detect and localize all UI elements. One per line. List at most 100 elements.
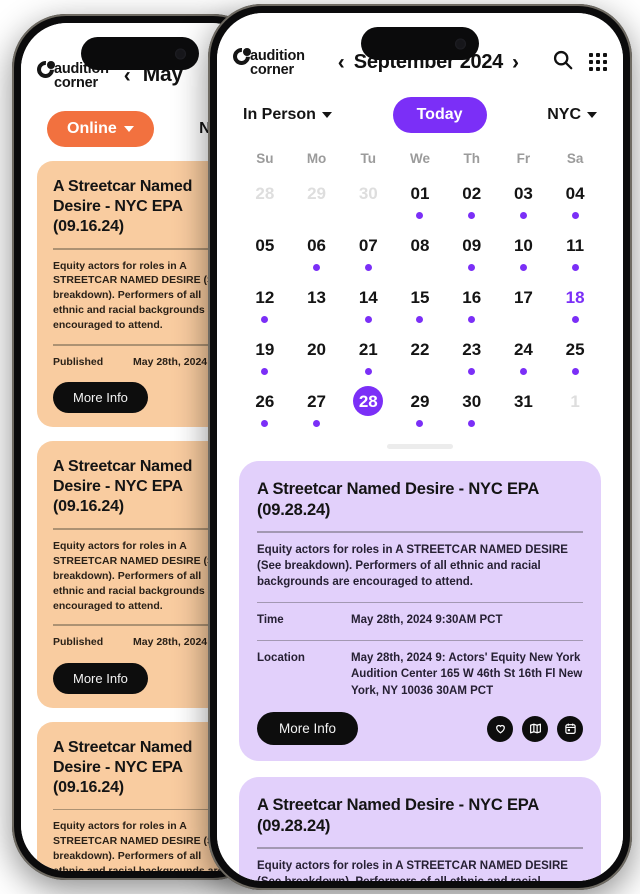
calendar-day-number: 08: [410, 235, 430, 255]
calendar-scroll-handle[interactable]: [387, 444, 453, 449]
calendar-day-cell[interactable]: 03: [498, 178, 550, 230]
audition-card[interactable]: A Streetcar Named Desire - NYC EPA (09.2…: [239, 461, 601, 762]
chevron-down-icon: [587, 112, 597, 118]
calendar-day-cell[interactable]: 29: [291, 178, 343, 230]
mode-filter-dropdown[interactable]: In Person: [243, 106, 332, 124]
front-card-list: A Streetcar Named Desire - NYC EPA (09.2…: [217, 461, 623, 881]
apps-grid-icon[interactable]: [589, 53, 607, 71]
card-description: Equity actors for roles in A STREETCAR N…: [53, 539, 226, 612]
calendar-day-cell[interactable]: 28: [342, 386, 394, 438]
front-filter-row: In Person Today NYC: [217, 87, 623, 147]
calendar-week-row: 28 29 30 01 02 03 04: [239, 178, 601, 230]
calendar-day-cell[interactable]: 19: [239, 334, 291, 386]
calendar-event-dot: [468, 264, 476, 271]
more-info-button[interactable]: More Info: [53, 662, 148, 694]
more-info-button[interactable]: More Info: [257, 712, 359, 746]
calendar-day-cell[interactable]: 09: [446, 230, 498, 282]
online-filter-button[interactable]: Online: [47, 111, 154, 147]
published-label: Published: [53, 635, 104, 648]
calendar-day-number: 29: [307, 183, 327, 203]
calendar-day-cell[interactable]: 08: [394, 230, 446, 282]
calendar-day-cell[interactable]: 20: [291, 334, 343, 386]
calendar-day-cell[interactable]: 17: [498, 282, 550, 334]
search-icon[interactable]: [552, 49, 573, 75]
calendar-day-number: 23: [462, 339, 482, 359]
prev-month-icon[interactable]: ‹: [338, 52, 345, 73]
divider: [53, 808, 226, 811]
front-logo[interactable]: audition corner: [229, 43, 305, 78]
calendar-event-dot: [261, 316, 269, 323]
calendar-day-cell[interactable]: 15: [394, 282, 446, 334]
calendar-day-cell[interactable]: 06: [291, 230, 343, 282]
calendar-day-cell[interactable]: 1: [549, 386, 601, 438]
calendar-day-cell[interactable]: 11: [549, 230, 601, 282]
calendar-day-cell[interactable]: 21: [342, 334, 394, 386]
next-month-icon[interactable]: ›: [512, 52, 519, 73]
calendar-day-cell[interactable]: 18: [549, 282, 601, 334]
mode-filter-label: In Person: [243, 106, 316, 123]
calendar-day-cell[interactable]: 12: [239, 282, 291, 334]
calendar-day-cell[interactable]: 05: [239, 230, 291, 282]
calendar-day-number: 22: [410, 339, 430, 359]
calendar-day-cell[interactable]: 13: [291, 282, 343, 334]
more-info-button[interactable]: More Info: [53, 382, 148, 414]
audition-card[interactable]: A Streetcar Named Desire - NYC EPA (09.2…: [239, 777, 601, 881]
calendar-day-number: 30: [462, 391, 482, 411]
calendar-day-cell[interactable]: 29: [394, 386, 446, 438]
location-filter-label: NYC: [547, 106, 581, 123]
card-time-row: Time May 28th, 2024 9:30AM PCT: [257, 612, 583, 628]
card-title-line2: (09.16.24): [53, 778, 124, 796]
calendar-day-cell[interactable]: 04: [549, 178, 601, 230]
calendar-day-cell[interactable]: 23: [446, 334, 498, 386]
divider: [53, 624, 226, 626]
weekday-label: Sa: [566, 151, 584, 166]
front-logo-line2: corner: [250, 62, 294, 78]
calendar-day-number: 18: [565, 287, 585, 307]
time-value: May 28th, 2024 9:30AM PCT: [351, 614, 503, 627]
calendar-day-cell[interactable]: 10: [498, 230, 550, 282]
calendar-day-cell[interactable]: 14: [342, 282, 394, 334]
today-button[interactable]: Today: [392, 97, 487, 133]
calendar-icon[interactable]: [557, 715, 583, 742]
back-phone-notch: [80, 37, 199, 70]
calendar-day-cell[interactable]: 26: [239, 386, 291, 438]
calendar-day-cell[interactable]: 02: [446, 178, 498, 230]
card-title-line2: (09.16.24): [53, 218, 124, 235]
favorite-icon[interactable]: [487, 715, 513, 742]
calendar-day-number: 21: [358, 339, 378, 359]
calendar-day-number: 17: [513, 287, 533, 307]
calendar-day-cell[interactable]: 30: [446, 386, 498, 438]
calendar-event-dot: [416, 420, 424, 427]
divider: [53, 528, 226, 530]
calendar-day-cell[interactable]: 28: [239, 178, 291, 230]
front-top-icons: [552, 49, 607, 75]
divider: [257, 847, 583, 849]
card-footer: More Info: [257, 712, 583, 746]
location-filter-dropdown[interactable]: NYC: [547, 106, 597, 124]
map-icon[interactable]: [522, 715, 548, 742]
calendar-day-cell[interactable]: 24: [498, 334, 550, 386]
chevron-down-icon: [123, 126, 134, 132]
calendar-day-cell[interactable]: 16: [446, 282, 498, 334]
calendar-day-cell[interactable]: 25: [549, 334, 601, 386]
time-label: Time: [257, 614, 284, 627]
card-footer: More Info: [53, 662, 226, 694]
weekday-label: Su: [256, 151, 274, 166]
calendar-day-cell[interactable]: 27: [291, 386, 343, 438]
calendar-day-cell[interactable]: 30: [342, 178, 394, 230]
back-logo-line2: corner: [54, 75, 98, 91]
calendar-day-cell[interactable]: 31: [498, 386, 550, 438]
calendar-event-dot: [261, 368, 269, 375]
calendar-day-number: 11: [566, 235, 585, 255]
calendar-week-row: 19 20 21 22 23 24 25: [239, 334, 601, 386]
calendar-day-number: 03: [513, 183, 533, 203]
calendar-day-cell[interactable]: 07: [342, 230, 394, 282]
calendar-day-cell[interactable]: 01: [394, 178, 446, 230]
card-title: A Streetcar Named Desire - NYC EPA (09.1…: [53, 738, 226, 798]
calendar-day-number: 28: [255, 183, 275, 203]
card-description: Equity actors for roles in A STREETCAR N…: [53, 820, 226, 871]
calendar-event-dot: [416, 212, 424, 219]
calendar-event-dot: [519, 368, 527, 375]
calendar-day-cell[interactable]: 22: [394, 334, 446, 386]
calendar-event-dot: [468, 316, 476, 323]
